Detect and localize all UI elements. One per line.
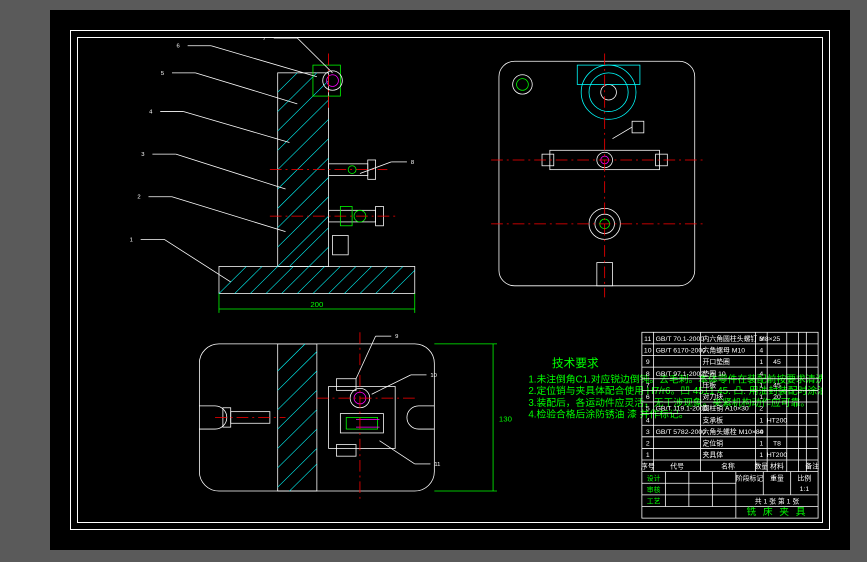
svg-text:GB/T 119.1-2000: GB/T 119.1-2000	[656, 406, 708, 413]
svg-text:20: 20	[773, 394, 781, 401]
table-row: 9 开口垫圈 1 45	[646, 357, 781, 366]
svg-text:开口垫圈: 开口垫圈	[703, 357, 731, 366]
table-row: 2 定位销 1 T8	[646, 439, 781, 448]
dim-plan-height: 130	[499, 414, 513, 423]
balloon-6: 6	[177, 44, 180, 50]
drawing-title: 铣 床 夹 具	[746, 505, 807, 518]
svg-text:1: 1	[759, 452, 763, 459]
svg-text:压板: 压板	[703, 380, 717, 389]
cad-model-space[interactable]: 200 1 2 3 4 5 6	[50, 10, 850, 550]
hdr-rmk: 备注	[805, 462, 819, 471]
balloon-2: 2	[137, 195, 140, 201]
svg-text:GB/T 97.1-2002: GB/T 97.1-2002	[656, 371, 705, 378]
svg-text:4: 4	[759, 348, 763, 355]
svg-text:9: 9	[646, 359, 650, 366]
svg-text:GB/T 70.1-2000: GB/T 70.1-2000	[656, 336, 705, 343]
table-row: 11 GB/T 70.1-2000内六角圆柱头螺钉 M8×253	[644, 334, 780, 343]
svg-text:GB/T 6170-2000: GB/T 6170-2000	[656, 348, 707, 355]
svg-text:六角头螺栓 M10×80: 六角头螺栓 M10×80	[703, 427, 764, 436]
balloon-5: 5	[161, 71, 164, 77]
svg-text:2: 2	[759, 406, 763, 413]
hdr-no: 序号	[641, 462, 655, 471]
view-side	[491, 53, 702, 297]
table-row: 5 GB/T 119.1-2000圆柱销 A10×30 2	[646, 404, 764, 413]
svg-text:圆柱销 A10×30: 圆柱销 A10×30	[703, 404, 749, 413]
lbl-stage: 阶段标记	[736, 473, 764, 482]
svg-text:1: 1	[759, 417, 763, 424]
svg-text:垫圈 10: 垫圈 10	[703, 369, 726, 378]
balloon-7: 7	[263, 38, 266, 42]
svg-text:4: 4	[759, 371, 763, 378]
svg-text:HT200: HT200	[767, 417, 788, 424]
svg-text:T8: T8	[773, 441, 781, 448]
lbl-drawn: 设计	[647, 473, 661, 482]
svg-text:1: 1	[759, 394, 763, 401]
hdr-mat: 材料	[770, 462, 784, 471]
svg-text:定位销: 定位销	[703, 439, 724, 448]
svg-text:10: 10	[644, 348, 652, 355]
svg-text:对刀块: 对刀块	[703, 392, 724, 401]
svg-text:11: 11	[644, 336, 651, 343]
svg-text:1: 1	[759, 382, 763, 389]
table-row: 1 夹具体 1 HT200	[646, 450, 788, 459]
svg-text:8: 8	[646, 371, 650, 378]
hdr-code: 代号	[670, 462, 684, 471]
svg-text:4: 4	[759, 429, 763, 436]
view-plan: 130 9 10 11	[199, 332, 512, 502]
svg-text:六角螺母 M10: 六角螺母 M10	[703, 346, 746, 355]
drawing-frame-outer: 200 1 2 3 4 5 6	[70, 30, 830, 530]
svg-text:6: 6	[646, 394, 650, 401]
balloon-9: 9	[395, 334, 398, 340]
balloon-8: 8	[411, 160, 414, 166]
view-front: 200 1 2 3 4 5 6	[130, 38, 415, 313]
svg-text:夹具体: 夹具体	[703, 450, 724, 459]
svg-text:支承板: 支承板	[703, 415, 724, 424]
table-row: 3 GB/T 5782-2000六角头螺栓 M10×804	[646, 427, 764, 436]
balloon-4: 4	[149, 110, 153, 116]
svg-text:1: 1	[646, 452, 650, 459]
tech-title: 技术要求	[552, 357, 599, 370]
hdr-qty: 数量	[754, 462, 768, 471]
svg-text:45: 45	[773, 382, 781, 389]
bom-and-title-block: 序号 代号 名称 数量 材料 备注 11GB/T 70.1-2000内六角圆柱头…	[641, 332, 819, 518]
svg-text:3: 3	[759, 336, 763, 343]
balloon-1: 1	[130, 237, 133, 243]
hdr-name: 名称	[721, 462, 735, 471]
balloon-3: 3	[141, 152, 144, 158]
table-row: 10 GB/T 6170-2000六角螺母 M10 4	[644, 346, 763, 355]
svg-text:3: 3	[646, 429, 650, 436]
val-sheet: 共 1 张 第 1 张	[755, 497, 800, 506]
svg-text:5: 5	[646, 406, 650, 413]
svg-text:1: 1	[759, 359, 763, 366]
svg-text:HT200: HT200	[767, 452, 788, 459]
svg-text:内六角圆柱头螺钉 M8×25: 内六角圆柱头螺钉 M8×25	[703, 334, 781, 343]
svg-text:7: 7	[646, 382, 650, 389]
lbl-scale: 比例	[798, 473, 812, 482]
drawing-svg: 200 1 2 3 4 5 6	[78, 38, 822, 522]
dim-front-width: 200	[310, 300, 324, 309]
svg-text:2: 2	[646, 441, 650, 448]
drawing-frame-inner: 200 1 2 3 4 5 6	[77, 37, 823, 523]
lbl-appr: 工艺	[647, 498, 661, 506]
svg-text:GB/T 5782-2000: GB/T 5782-2000	[656, 429, 707, 436]
lbl-weight: 重量	[770, 474, 784, 482]
val-scale: 1:1	[800, 486, 810, 493]
svg-text:4: 4	[646, 417, 650, 424]
balloon-11: 11	[434, 462, 440, 468]
balloon-10: 10	[430, 373, 437, 379]
lbl-check: 审核	[647, 485, 661, 494]
svg-text:1: 1	[759, 441, 763, 448]
svg-text:45: 45	[773, 359, 781, 366]
